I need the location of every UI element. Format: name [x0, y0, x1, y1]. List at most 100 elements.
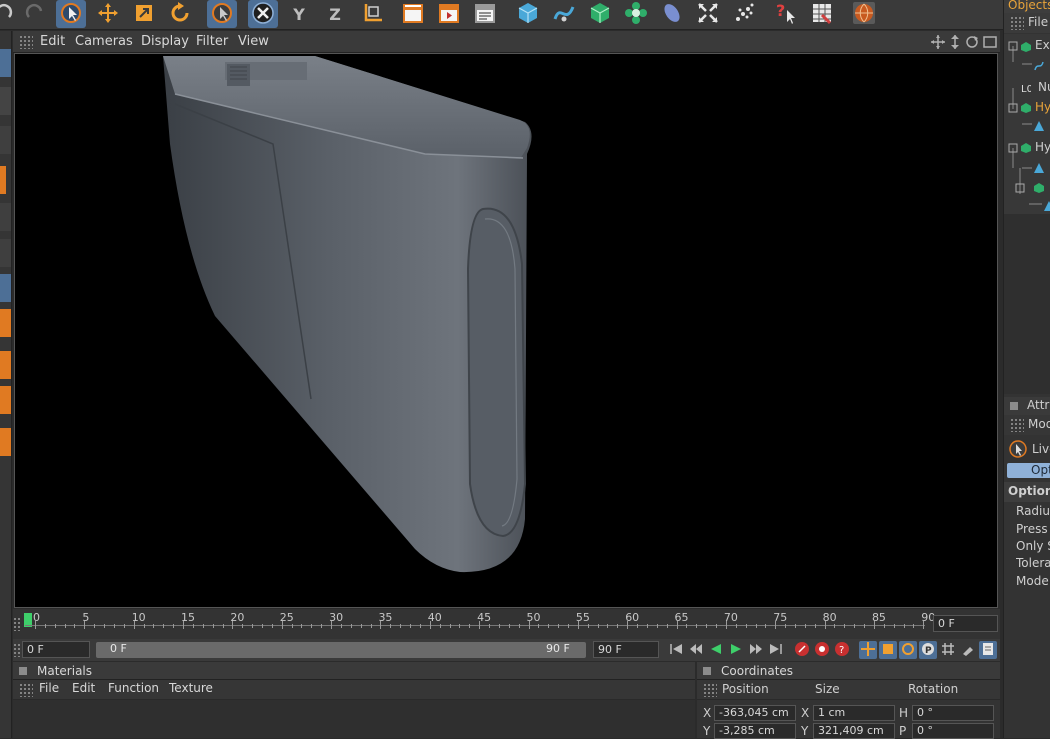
- left-strip-axis-button[interactable]: [0, 274, 11, 302]
- key-point-level-button[interactable]: [939, 641, 957, 659]
- deformer-button[interactable]: [657, 0, 687, 28]
- timeline-tick-mark: [301, 624, 303, 628]
- key-scale-button[interactable]: [879, 641, 897, 659]
- key-parameter-button[interactable]: P: [919, 641, 937, 659]
- go-to-start-button[interactable]: [667, 641, 685, 659]
- menu-display[interactable]: Display: [141, 34, 189, 49]
- viewport-zoom-icon[interactable]: [949, 35, 961, 52]
- size-x-field[interactable]: 1 cm: [813, 705, 895, 721]
- viewport-rotate-icon[interactable]: [965, 35, 979, 52]
- render-picture-viewer-button[interactable]: [434, 0, 464, 28]
- x-axis-lock-button[interactable]: [248, 0, 278, 28]
- attributes-mode-menu[interactable]: Mod: [1028, 417, 1050, 431]
- rotation-p-field[interactable]: 0 °: [912, 723, 994, 739]
- 3d-viewport[interactable]: [14, 53, 998, 608]
- menu-cameras[interactable]: Cameras: [75, 34, 133, 49]
- spline-pen-button[interactable]: [549, 0, 579, 28]
- start-frame-field[interactable]: 0 F: [22, 641, 90, 658]
- materials-menu-function[interactable]: Function: [108, 681, 159, 695]
- left-strip-locked-workplane-button[interactable]: [0, 428, 11, 456]
- particle-emitter-button[interactable]: [729, 0, 759, 28]
- materials-panel-icon: [19, 667, 27, 675]
- materials-grip-handle[interactable]: [19, 683, 33, 697]
- objects-tab[interactable]: Objects: [1004, 0, 1050, 13]
- left-strip-texture-button[interactable]: [0, 87, 11, 115]
- rotate-tool-button[interactable]: [165, 0, 195, 28]
- play-backward-button[interactable]: [707, 641, 725, 659]
- coordinates-grip-handle[interactable]: [703, 683, 717, 697]
- objects-menu-file[interactable]: File: [1028, 15, 1048, 29]
- transport-grip-handle[interactable]: [13, 643, 21, 657]
- viewport-grip-handle[interactable]: [19, 35, 33, 49]
- undo-button[interactable]: [0, 0, 18, 28]
- timeline-options-button[interactable]: [979, 641, 997, 659]
- attributes-grip-handle[interactable]: [1010, 418, 1024, 432]
- objects-grip-handle[interactable]: [1010, 16, 1024, 30]
- attributes-tab[interactable]: Attri: [1004, 397, 1050, 415]
- menu-filter[interactable]: Filter: [196, 34, 228, 49]
- subdivision-surface-button[interactable]: [585, 0, 615, 28]
- render-queue-button[interactable]: [807, 0, 837, 28]
- left-strip-snap-button[interactable]: [0, 351, 11, 379]
- play-forward-button[interactable]: [727, 641, 745, 659]
- timeline-tick-label: 80: [822, 611, 837, 624]
- timeline-ruler[interactable]: 0 5 10 15 20 25 30 35 40 45 50 55 60 65 70 75 80 85 90 0 F: [13, 609, 1000, 639]
- next-key-button[interactable]: [747, 641, 765, 659]
- scheme-selector-button[interactable]: [959, 641, 977, 659]
- left-strip-points-button[interactable]: [0, 166, 6, 194]
- viewport-move-icon[interactable]: [931, 35, 945, 52]
- previous-key-button[interactable]: [687, 641, 705, 659]
- menu-edit[interactable]: Edit: [40, 34, 65, 49]
- materials-menu-file[interactable]: File: [39, 681, 59, 695]
- tree-item-2[interactable]: Hy: [1035, 100, 1050, 114]
- help-button[interactable]: ?: [771, 0, 801, 28]
- move-tool-button[interactable]: [93, 0, 123, 28]
- viewport-maximize-icon[interactable]: [983, 35, 997, 52]
- cloner-button[interactable]: [621, 0, 651, 28]
- keyframe-selection-button[interactable]: ?: [833, 641, 851, 659]
- cube-primitive-button[interactable]: [513, 0, 543, 28]
- position-y-field[interactable]: -3,285 cm: [714, 723, 796, 739]
- current-frame-field[interactable]: 0 F: [933, 615, 998, 632]
- select-tool-button[interactable]: [56, 0, 86, 28]
- size-y-field[interactable]: 321,409 cm: [813, 723, 895, 739]
- left-strip-model-button[interactable]: [0, 126, 11, 154]
- object-tree-empty-area[interactable]: [1004, 214, 1050, 394]
- scene-object-button[interactable]: [693, 0, 723, 28]
- autokey-button[interactable]: [813, 641, 831, 659]
- left-strip-polygons-button[interactable]: [0, 239, 11, 267]
- rotation-h-field[interactable]: 0 °: [912, 705, 994, 721]
- key-position-button[interactable]: [859, 641, 877, 659]
- tree-item-0[interactable]: Ex: [1035, 38, 1050, 52]
- record-button[interactable]: [793, 641, 811, 659]
- materials-area[interactable]: [13, 700, 695, 738]
- render-view-button[interactable]: [398, 0, 428, 28]
- options-tab-button[interactable]: Optio: [1007, 463, 1050, 478]
- materials-menu-edit[interactable]: Edit: [72, 681, 95, 695]
- object-tree[interactable]: Ex L0 Nu Hy Hy: [1004, 34, 1050, 214]
- tree-item-1[interactable]: Nu: [1038, 80, 1050, 94]
- left-strip-make-editable-button[interactable]: [0, 49, 11, 77]
- end-frame-field[interactable]: 90 F: [593, 641, 659, 658]
- position-x-field[interactable]: -363,045 cm: [714, 705, 796, 721]
- preview-range-slider[interactable]: 0 F 90 F: [96, 642, 586, 658]
- redo-button[interactable]: [20, 0, 50, 28]
- left-strip-workplane-button[interactable]: [0, 386, 11, 414]
- materials-menu-texture[interactable]: Texture: [169, 681, 213, 695]
- tree-item-3[interactable]: Hy: [1035, 140, 1050, 154]
- left-strip-edges-button[interactable]: [0, 203, 11, 231]
- z-axis-lock-button[interactable]: Z: [320, 0, 350, 28]
- key-rotation-button[interactable]: [899, 641, 917, 659]
- web-globe-button[interactable]: [849, 0, 879, 28]
- menu-view[interactable]: View: [238, 34, 269, 49]
- timeline-tick-mark: [370, 624, 372, 628]
- go-to-end-button[interactable]: [767, 641, 785, 659]
- recent-tool-button[interactable]: [207, 0, 237, 28]
- render-settings-button[interactable]: [470, 0, 500, 28]
- scale-tool-button[interactable]: [129, 0, 159, 28]
- timeline-tick-mark: [716, 624, 718, 628]
- timeline-tick-mark: [498, 624, 500, 628]
- coordinate-system-button[interactable]: [357, 0, 387, 28]
- left-strip-tweak-button[interactable]: [0, 309, 11, 337]
- y-axis-lock-button[interactable]: Y: [284, 0, 314, 28]
